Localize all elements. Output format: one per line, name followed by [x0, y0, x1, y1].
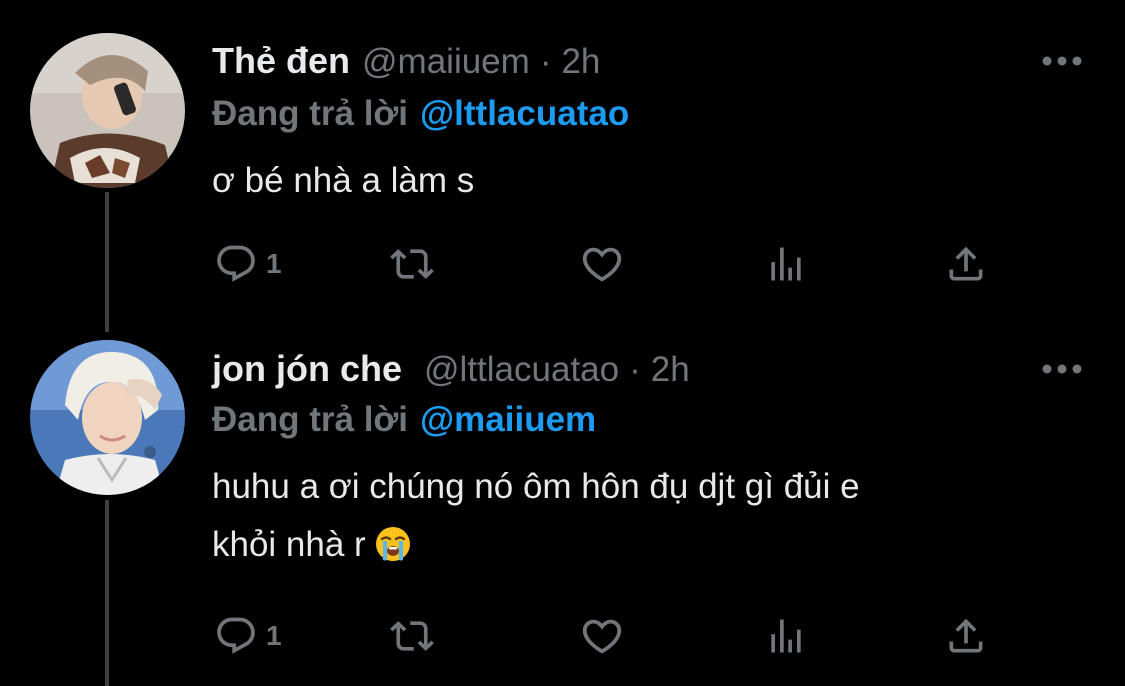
user-handle[interactable]: @maiiuem: [362, 42, 530, 82]
heart-icon: [582, 247, 622, 282]
timestamp[interactable]: 2h: [651, 350, 690, 390]
analytics-icon: [771, 247, 801, 281]
more-dots-icon: [1042, 56, 1082, 66]
share-button[interactable]: [944, 242, 988, 286]
avatar[interactable]: [30, 340, 185, 495]
share-button[interactable]: [944, 614, 988, 658]
replying-to-label: Đang trả lời: [212, 94, 409, 133]
more-options-button[interactable]: [1042, 362, 1082, 374]
reply-count: 1: [266, 248, 282, 279]
retweet-button[interactable]: [390, 242, 434, 286]
tweet-2[interactable]: jon jón che @lttlacuatao · 2h Đang trả l…: [0, 330, 1125, 686]
replying-to: Đang trả lời @lttlacuatao: [212, 94, 629, 134]
tweet-header: Thẻ đen @maiiuem · 2h: [212, 40, 600, 82]
share-icon: [949, 246, 983, 281]
more-dots-icon: [1042, 364, 1082, 374]
reply-icon: [217, 245, 255, 282]
separator-dot: ·: [539, 42, 552, 81]
retweet-button[interactable]: [390, 614, 434, 658]
tweet-actions: 1: [214, 614, 994, 658]
replying-to: Đang trả lời @maiiuem: [212, 400, 596, 440]
reply-icon: [217, 617, 255, 654]
tweet-text-line-1: huhu a ơi chúng nó ôm hôn đụ djt gì đủi …: [212, 467, 860, 506]
heart-icon: [582, 619, 622, 654]
avatar-photo-icon: [30, 33, 185, 188]
loudly-crying-face-icon: [375, 522, 411, 580]
avatar-photo-icon: [30, 340, 185, 495]
tweet-header: jon jón che @lttlacuatao · 2h: [212, 348, 690, 390]
like-button[interactable]: [579, 242, 625, 286]
analytics-button[interactable]: [764, 614, 808, 658]
analytics-button[interactable]: [764, 242, 808, 286]
more-options-button[interactable]: [1042, 54, 1082, 66]
replying-to-label: Đang trả lời: [212, 400, 409, 439]
display-name[interactable]: jon jón che: [212, 348, 402, 390]
reply-mention-link[interactable]: @lttlacuatao: [420, 94, 629, 133]
reply-button[interactable]: 1: [214, 242, 282, 286]
like-button[interactable]: [579, 614, 625, 658]
reply-button[interactable]: 1: [214, 614, 282, 658]
avatar[interactable]: [30, 33, 185, 188]
share-icon: [949, 618, 983, 653]
reply-count: 1: [266, 620, 282, 651]
analytics-icon: [771, 619, 801, 653]
tweet-1[interactable]: Thẻ đen @maiiuem · 2h Đang trả lời @lttla…: [0, 0, 1125, 330]
tweet-text-content: ơ bé nhà a làm s: [212, 161, 475, 200]
tweet-text: ơ bé nhà a làm s: [212, 152, 1032, 210]
user-handle[interactable]: @lttlacuatao: [424, 350, 619, 390]
timestamp[interactable]: 2h: [561, 42, 600, 82]
display-name[interactable]: Thẻ đen: [212, 40, 350, 82]
tweet-text: huhu a ơi chúng nó ôm hôn đụ djt gì đủi …: [212, 458, 1032, 580]
retweet-icon: [390, 249, 434, 279]
tweet-actions: 1: [214, 242, 994, 286]
separator-dot: ·: [629, 350, 641, 389]
tweet-text-line-2: khỏi nhà r: [212, 516, 1032, 580]
tweet-text-line-2-content: khỏi nhà r: [212, 525, 366, 564]
retweet-icon: [390, 621, 434, 651]
reply-mention-link[interactable]: @maiiuem: [420, 400, 596, 439]
